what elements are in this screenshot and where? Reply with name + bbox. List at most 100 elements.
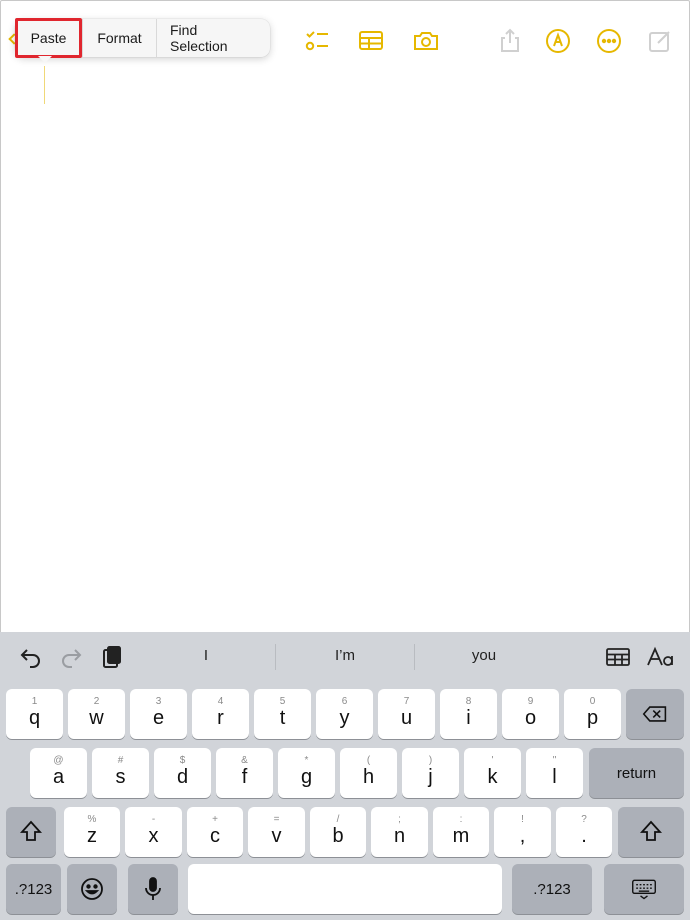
delete-backward-icon — [642, 706, 667, 722]
share-icon[interactable] — [495, 26, 525, 56]
microphone-icon — [145, 877, 161, 900]
key-label: w — [89, 706, 104, 729]
key-n[interactable]: ; n — [371, 807, 428, 857]
numbers-key-label: .?123 — [533, 880, 571, 898]
key-alt-label: 8 — [465, 695, 472, 707]
key-label: u — [400, 706, 413, 729]
key-label: k — [487, 765, 498, 788]
insert-table-icon[interactable] — [605, 644, 631, 670]
key-s[interactable]: # s — [92, 748, 149, 798]
key-comma[interactable]: !, — [494, 807, 551, 857]
key-label: . — [581, 824, 587, 847]
compose-icon[interactable] — [645, 26, 675, 56]
key-h[interactable]: (h — [340, 748, 397, 798]
key-b[interactable]: / b — [310, 807, 366, 857]
key-y[interactable]: 6y — [316, 689, 373, 739]
key-alt-label: ' — [491, 754, 494, 766]
clipboard-icon[interactable] — [99, 644, 125, 670]
key-alt-label: 2 — [93, 695, 100, 707]
key-v[interactable]: = v — [248, 807, 305, 857]
key-alt-label: @ — [53, 754, 64, 766]
suggestion-2[interactable]: I’m — [310, 647, 380, 664]
suggestion-divider — [275, 644, 276, 670]
key-o[interactable]: 9o — [502, 689, 559, 739]
context-menu-arrow — [38, 56, 52, 63]
key-e[interactable]: 3e — [130, 689, 187, 739]
key-alt-label: / — [336, 813, 340, 825]
key-alt-label: 0 — [589, 695, 596, 707]
key-u[interactable]: 7u — [378, 689, 435, 739]
key-alt-label: 1 — [31, 695, 38, 707]
shift-icon — [19, 820, 43, 841]
key-i[interactable]: 8i — [440, 689, 497, 739]
key-label: o — [524, 706, 537, 729]
key-label: g — [300, 765, 313, 788]
hide-keyboard-key[interactable] — [604, 864, 684, 914]
camera-icon[interactable] — [411, 26, 441, 56]
return-key[interactable]: return — [589, 748, 684, 798]
key-w[interactable]: 2w — [68, 689, 125, 739]
key-r[interactable]: 4r — [192, 689, 249, 739]
key-f[interactable]: & f — [216, 748, 273, 798]
key-t[interactable]: 5t — [254, 689, 311, 739]
delete-key[interactable] — [626, 689, 684, 739]
key-alt-label: ; — [398, 813, 401, 825]
suggestion-divider — [414, 644, 415, 670]
key-j[interactable]: ) j — [402, 748, 459, 798]
more-icon[interactable] — [594, 26, 624, 56]
format-menu-item[interactable]: Format — [82, 19, 156, 57]
key-alt-label: 3 — [155, 695, 162, 707]
space-key[interactable] — [188, 864, 502, 914]
emoji-icon — [81, 878, 103, 900]
edit-context-menu: Paste Format Find Selection — [15, 18, 270, 58]
key-c[interactable]: + c — [187, 807, 243, 857]
key-alt-label: 7 — [403, 695, 410, 707]
shortcut-bar: I I’m you — [0, 632, 690, 682]
emoji-key[interactable] — [67, 864, 117, 914]
key-alt-label: 4 — [217, 695, 224, 707]
shift-key-left[interactable] — [6, 807, 56, 857]
key-g[interactable]: * g — [278, 748, 335, 798]
suggestion-3[interactable]: you — [449, 647, 519, 664]
markup-pen-icon[interactable] — [543, 26, 573, 56]
paste-menu-item[interactable]: Paste — [15, 18, 82, 58]
key-alt-label: # — [117, 754, 124, 766]
key-l[interactable]: " l — [526, 748, 583, 798]
text-format-icon[interactable] — [646, 644, 676, 670]
key-label: j — [428, 765, 433, 788]
numbers-key-label: .?123 — [14, 880, 53, 898]
shift-icon — [639, 820, 663, 841]
key-p[interactable]: 0p — [564, 689, 621, 739]
return-key-label: return — [616, 764, 657, 782]
key-period[interactable]: ?. — [556, 807, 612, 857]
key-a[interactable]: @ a — [30, 748, 87, 798]
key-label: l — [552, 765, 557, 788]
table-icon[interactable] — [356, 26, 386, 56]
suggestion-1[interactable]: I — [176, 647, 236, 664]
key-k[interactable]: ' k — [464, 748, 521, 798]
key-label: d — [176, 765, 189, 788]
checklist-icon[interactable] — [302, 26, 332, 56]
key-m[interactable]: :m — [433, 807, 489, 857]
key-label: p — [586, 706, 599, 729]
key-label: c — [210, 824, 220, 847]
key-label: n — [393, 824, 406, 847]
shift-key-right[interactable] — [618, 807, 684, 857]
key-z[interactable]: % z — [64, 807, 120, 857]
key-q[interactable]: 1q — [6, 689, 63, 739]
key-alt-label: 5 — [279, 695, 286, 707]
key-alt-label: + — [212, 813, 218, 825]
key-label: x — [148, 824, 159, 847]
key-label: b — [332, 824, 344, 847]
undo-icon[interactable] — [18, 644, 44, 670]
key-label: v — [271, 824, 282, 847]
key-alt-label: * — [304, 754, 309, 766]
key-d[interactable]: $ d — [154, 748, 211, 798]
numbers-key-right[interactable]: .?123 — [512, 864, 592, 914]
dictation-key[interactable] — [128, 864, 178, 914]
find-selection-menu-item[interactable]: Find Selection — [156, 19, 270, 57]
redo-icon[interactable] — [58, 644, 84, 670]
key-x[interactable]: -x — [125, 807, 182, 857]
numbers-key-left[interactable]: .?123 — [6, 864, 61, 914]
key-label: h — [362, 765, 375, 788]
